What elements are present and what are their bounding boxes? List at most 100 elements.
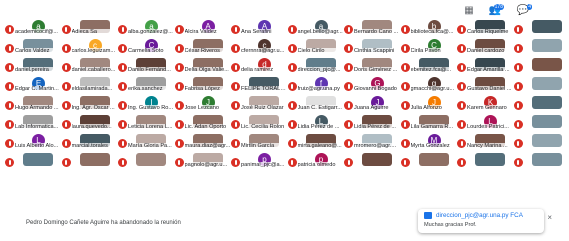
participant-tile[interactable]: A Ana Serafini	[229, 20, 287, 39]
mic-muted-icon	[513, 139, 523, 148]
participant-tile[interactable]: c cfernnra@agr.u...	[229, 39, 287, 58]
participant-tile[interactable]: Danilo Fernánd...	[116, 58, 174, 77]
participant-tile[interactable]: César Riveros	[173, 39, 231, 58]
participant-name: Myrta Gonzalez	[410, 143, 457, 149]
participant-tile[interactable]: mirta.galeano@...	[286, 134, 344, 153]
mic-muted-icon	[174, 25, 184, 34]
mic-muted-icon	[287, 139, 297, 148]
close-icon[interactable]: ×	[547, 213, 552, 222]
participant-tile[interactable]: erika.sanchez	[116, 77, 174, 96]
participant-tile[interactable]: María Gloria Pa...	[116, 134, 174, 153]
participant-tile[interactable]: a academicocif@...	[3, 20, 61, 39]
participant-tile[interactable]: Bernardo Cano ...	[342, 20, 400, 39]
mic-muted-icon	[400, 82, 410, 91]
participant-tile[interactable]: marcial.torales	[60, 134, 118, 153]
participant-tile[interactable]: a angel.bello@agr...	[286, 20, 344, 39]
participant-name: fruiz@agr.una.py	[297, 86, 344, 92]
participant-name: Hugo Armando ...	[15, 105, 61, 111]
mic-muted-icon	[513, 82, 523, 91]
participant-name: Alcira Valdez	[184, 29, 231, 35]
participant-tile[interactable]	[512, 134, 567, 153]
people-button[interactable]: 👥 178	[488, 4, 504, 16]
participant-name: Luis Alberto Alo...	[15, 143, 61, 149]
participant-tile[interactable]: Delia Olga Valie...	[173, 58, 231, 77]
participant-tile[interactable]: J Jose Lezcano	[173, 96, 231, 115]
participant-name: cfernnra@agr.u...	[241, 48, 287, 54]
participant-tile[interactable]: I Ing. Gustavo Ro...	[116, 96, 174, 115]
participant-tile[interactable]: Cinthia Scappini	[342, 39, 400, 58]
participant-tile[interactable]: Gustavo Daniel ...	[455, 77, 513, 96]
participant-tile[interactable]: J Juana Aguirre	[342, 96, 400, 115]
chat-notification[interactable]: direccion_pjc@agr.una.py FCA Muchas grac…	[418, 209, 552, 233]
participant-tile[interactable]: Edgar Amarilla ...	[455, 58, 513, 77]
participant-tile[interactable]: p panimal_pjc@a...	[229, 153, 287, 172]
participant-tile[interactable]: Carlos Riquelme	[455, 20, 513, 39]
chat-button[interactable]: 💬 4	[516, 4, 532, 16]
participant-tile[interactable]: c carlos.leguizam...	[60, 39, 118, 58]
participant-tile[interactable]: p patricia olmedo	[286, 153, 344, 172]
participant-tile[interactable]: laura.quevedo...	[60, 115, 118, 134]
participant-tile[interactable]: Carlos Valdez	[3, 39, 61, 58]
participant-tile[interactable]	[116, 153, 171, 172]
participant-tile[interactable]: b biblioteca.fca@...	[399, 20, 457, 39]
participant-name: Lourdes Patrici...	[467, 124, 513, 130]
participant-tile[interactable]: José Ruiz Olazar	[229, 96, 287, 115]
participant-tile[interactable]	[60, 153, 115, 172]
participant-tile[interactable]: daniel.pereira	[3, 58, 61, 77]
participant-tile[interactable]	[399, 153, 454, 172]
participant-tile[interactable]: d delia ramirez	[229, 58, 287, 77]
participant-tile[interactable]: Lidia Pérez de ...	[342, 115, 400, 134]
participant-tile[interactable]: A Alcira Valdez	[173, 20, 231, 39]
participant-tile[interactable]: Lila Gamarra R...	[399, 115, 457, 134]
participant-tile[interactable]: Fabrisa López	[173, 77, 231, 96]
participant-tile[interactable]: Juan C. Estigarr...	[286, 96, 344, 115]
participant-tile[interactable]: direccion_pjc@...	[286, 58, 344, 77]
participant-tile[interactable]: Nancy Marina ...	[455, 134, 513, 153]
participant-tile[interactable]: K Karem Gennaro	[455, 96, 513, 115]
participant-tile[interactable]	[455, 153, 510, 172]
participant-tile[interactable]: pagnolo@agr.u...	[173, 153, 231, 172]
participant-tile[interactable]	[512, 77, 567, 96]
participant-tile[interactable]: Lab Informatica...	[3, 115, 61, 134]
participant-tile[interactable]	[3, 153, 58, 172]
participant-tile[interactable]	[512, 115, 567, 134]
participant-name: Leticia Lorena L...	[128, 124, 174, 130]
grid-view-icon[interactable]: ▦	[462, 4, 476, 16]
participant-tile[interactable]	[512, 58, 567, 77]
participant-tile[interactable]: G Giovanni Bogado	[342, 77, 400, 96]
participant-tile[interactable]: Adieca Sa	[60, 20, 118, 39]
participant-tile[interactable]: Lic. Adan Oporto	[173, 115, 231, 134]
participant-tile[interactable]: Lic. Cecilia Rolon	[229, 115, 287, 134]
participant-tile[interactable]: E Edgar C. Martin...	[3, 77, 61, 96]
participant-tile[interactable]: Doris Giménez ...	[342, 58, 400, 77]
participant-tile[interactable]: L Lourdes Patrici...	[455, 115, 513, 134]
participant-tile[interactable]: Daniel cardozo	[455, 39, 513, 58]
participant-tile[interactable]	[512, 20, 567, 39]
participant-tile[interactable]: f fruiz@agr.una.py	[286, 77, 344, 96]
participant-tile[interactable]: a alba.gonzalez@...	[116, 20, 174, 39]
participant-tile[interactable]: Mirtlin García	[229, 134, 287, 153]
participant-tile[interactable]: mromero@agr....	[342, 134, 400, 153]
participant-tile[interactable]: Hugo Armando ...	[3, 96, 61, 115]
participant-tile[interactable]: Cielo Cirilo	[286, 39, 344, 58]
participant-tile[interactable]: Leticia Lorena L...	[116, 115, 174, 134]
participant-tile[interactable]: L Luis Alberto Alo...	[3, 134, 61, 153]
participant-tile[interactable]: g gmacchi@agr.u...	[399, 77, 457, 96]
participant-tile[interactable]: C Carmelia Soto	[116, 39, 174, 58]
participant-tile[interactable]: maura.diaz@agr...	[173, 134, 231, 153]
participant-tile[interactable]: daniel.caballero...	[60, 58, 118, 77]
participant-tile[interactable]: eldasilamirada...	[60, 77, 118, 96]
participant-tile[interactable]	[512, 153, 567, 172]
participant-tile[interactable]: Ing. Agr. Oscar ...	[60, 96, 118, 115]
participant-name: Carlos Valdez	[15, 48, 61, 54]
participant-tile[interactable]: J Julia Alfonzo	[399, 96, 457, 115]
participant-tile[interactable]: L Lidia Pérez de ...	[286, 115, 344, 134]
mic-muted-icon	[400, 139, 410, 148]
participant-tile[interactable]	[512, 39, 567, 58]
participant-tile[interactable]: C Cirila Pavón	[399, 39, 457, 58]
participant-tile[interactable]: M Myrta Gonzalez	[399, 134, 457, 153]
participant-tile[interactable]: ebenitez.fca@...	[399, 58, 457, 77]
participant-tile[interactable]	[342, 153, 397, 172]
participant-tile[interactable]	[512, 96, 567, 115]
participant-tile[interactable]: FELIPE TORALES	[229, 77, 287, 96]
